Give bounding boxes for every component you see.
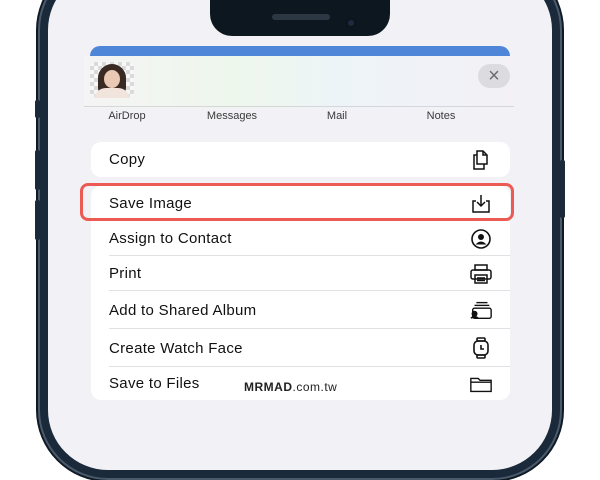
watch-face-action[interactable]: Create Watch Face (91, 329, 510, 367)
assign-contact-label: Assign to Contact (109, 230, 232, 247)
save-image-highlight (80, 183, 514, 221)
assign-contact-action[interactable]: Assign to Contact (91, 221, 510, 256)
printer-icon (469, 262, 493, 286)
volume-down-button (35, 200, 40, 240)
app-airdrop-label[interactable]: AirDrop (82, 110, 172, 122)
watch-face-label: Create Watch Face (109, 339, 243, 357)
print-action[interactable]: Print (91, 256, 510, 291)
share-sheet-header (84, 56, 514, 108)
folder-icon (469, 372, 493, 396)
close-icon: × (488, 65, 500, 87)
shared-album-icon (469, 298, 493, 322)
watermark-domain: .com.tw (292, 380, 338, 394)
app-mail-label[interactable]: Mail (292, 110, 382, 122)
copy-label: Copy (109, 151, 146, 168)
contact-icon (469, 227, 493, 251)
close-button[interactable]: × (478, 64, 510, 88)
accent-strip (90, 46, 510, 56)
volume-up-button (35, 150, 40, 190)
copy-group: Copy (91, 142, 510, 177)
shared-album-action[interactable]: Add to Shared Album (91, 291, 510, 329)
print-label: Print (109, 265, 142, 282)
copy-action[interactable]: Copy (91, 142, 510, 177)
shared-album-label: Add to Shared Album (109, 301, 257, 319)
watermark-brand: MRMAD (244, 380, 293, 394)
front-camera (345, 17, 357, 29)
earpiece-speaker (272, 14, 330, 20)
app-messages-label[interactable]: Messages (187, 110, 277, 122)
copy-icon (469, 148, 493, 172)
power-button (560, 160, 565, 218)
save-files-label: Save to Files (109, 375, 200, 392)
image-thumbnail (90, 62, 134, 98)
watch-icon (469, 336, 493, 360)
mute-switch (35, 100, 40, 118)
watermark: MRMAD.com.tw (244, 380, 337, 394)
header-divider (84, 106, 514, 107)
app-notes-label[interactable]: Notes (396, 110, 486, 122)
